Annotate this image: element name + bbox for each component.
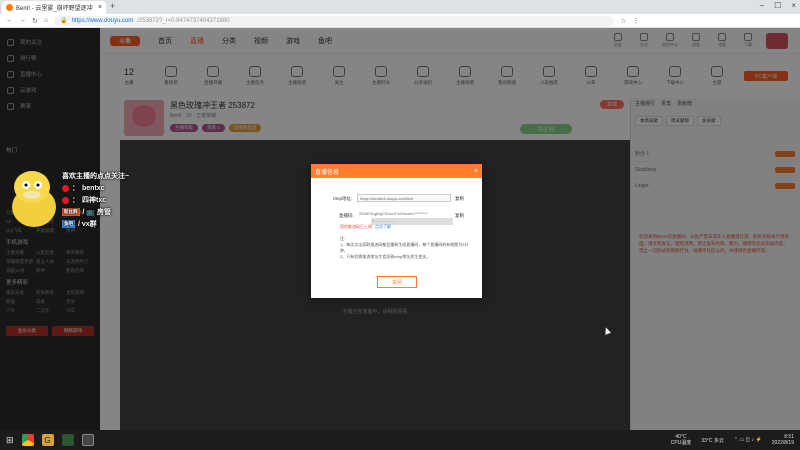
star-icon[interactable]: ☆: [620, 17, 626, 25]
confirm-button[interactable]: 关闭: [377, 276, 417, 288]
url-input[interactable]: 🔒 https://www.douyu.com/253872?_r=0.8474…: [54, 15, 615, 26]
overlay-headline: 喜欢主播的点点关注~: [62, 173, 130, 180]
streamer-overlay-text: 喜欢主播的点点关注~ ： bentxc ：四神txc 粉丝群 / 📺 房管 鱼吧 / …: [62, 170, 129, 230]
chrome-icon[interactable]: [21, 434, 34, 446]
windows-start-icon[interactable]: ⊞: [6, 435, 14, 446]
g-app-icon[interactable]: G: [41, 434, 54, 446]
address-bar: ← → ↻ ⌂ 🔒 https://www.douyu.com/253872?_…: [0, 14, 800, 28]
rtmp-address-field[interactable]: rtmp://sendtc3.douyu.com/live: [357, 194, 451, 202]
taskbar: ⊞ G 40°C CPU温度 33°C 多云 ⌃ ▭ ◫ ♪ ⚡ 8:51 2022…: [0, 430, 800, 450]
stream-key-label: 直播码:: [339, 213, 354, 218]
rtmp-label: rtmp地址:: [333, 196, 353, 201]
url-path: /253872?_r=0.8474737404371880: [137, 17, 230, 24]
forward-icon[interactable]: →: [19, 17, 26, 24]
copy-rtmp-button[interactable]: 复制: [455, 196, 464, 202]
dialog-title: 直播信息: [315, 169, 340, 176]
psyduck-sticker: [4, 165, 64, 230]
reload-icon[interactable]: ↻: [32, 17, 38, 25]
close-tab-icon[interactable]: ×: [98, 4, 102, 11]
l-app-icon[interactable]: [61, 434, 74, 446]
overlay-weibo2: ：四神txc: [62, 194, 129, 206]
clock[interactable]: 8:51 2022/8/19: [772, 434, 794, 446]
close-window-icon[interactable]: ×: [791, 1, 796, 10]
url-host: https://www.douyu.com: [71, 17, 134, 24]
browser-titlebar: Bent! - 云里雾_崩坏野望逐冲 × + – ☐ ×: [0, 0, 800, 14]
overlay-fans: 粉丝群 / 📺 房管: [62, 208, 112, 216]
back-icon[interactable]: ←: [6, 17, 13, 24]
close-icon[interactable]: ×: [474, 168, 478, 175]
learn-more-link[interactable]: 点击了解: [375, 224, 391, 229]
weather[interactable]: 33°C 多云: [701, 437, 724, 444]
maximize-icon[interactable]: ☐: [774, 1, 781, 10]
minimize-icon[interactable]: –: [760, 1, 764, 10]
stream-key-field[interactable]: 253872rgjHgCSUvuTvsSecret=********: [357, 209, 451, 217]
system-tray: 40°C CPU温度 33°C 多云 ⌃ ▭ ◫ ♪ ⚡ 8:51 2022/8/1…: [671, 434, 794, 446]
lock-icon: 🔒: [60, 18, 68, 24]
home-icon[interactable]: ⌂: [44, 17, 48, 24]
browser-tab[interactable]: Bent! - 云里雾_崩坏野望逐冲 ×: [2, 1, 106, 14]
dialog-notes: 注： 1、每次点击获取推流码都会重新生成直播码，每个直播码的有效期为5分钟。 2…: [340, 236, 469, 259]
warning-text: 您的推流码已上线 点击了解: [340, 224, 391, 229]
menu-icon[interactable]: ⋮: [632, 17, 639, 25]
obs-icon[interactable]: [81, 434, 94, 446]
window-controls: – ☐ ×: [760, 1, 796, 10]
weibo-icon: [62, 196, 69, 204]
new-tab-button[interactable]: +: [110, 1, 115, 11]
cpu-temp: 40°C CPU温度: [670, 434, 692, 446]
live-info-dialog: 直播信息 × rtmp地址: rtmp://sendtc3.douyu.com/…: [311, 164, 482, 298]
overlay-weibo: ： bentxc: [62, 182, 129, 194]
dialog-header: 直播信息 ×: [311, 164, 482, 178]
weibo-icon: [62, 184, 69, 192]
overlay-yuba: 鱼吧 / vx群: [62, 220, 97, 228]
copy-key-button[interactable]: 复制: [455, 213, 464, 219]
douyu-favicon-icon: [6, 4, 13, 11]
tray-icons[interactable]: ⌃ ▭ ◫ ♪ ⚡: [734, 437, 762, 443]
tab-title: Bent! - 云里雾_崩坏野望逐冲: [16, 6, 93, 12]
